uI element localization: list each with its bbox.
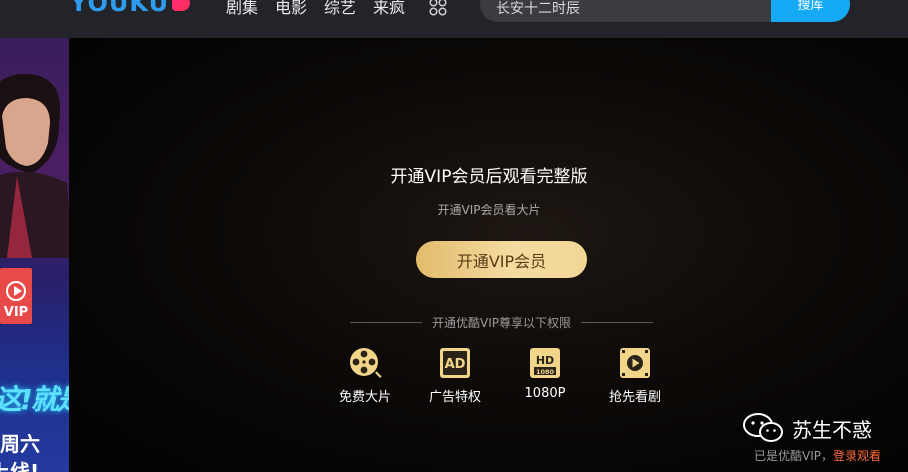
banner-title: 这!就是街舞 — [0, 383, 69, 416]
login-prompt: 已是优酷VIP，登录观看 — [754, 447, 881, 464]
svg-text:AD: AD — [445, 357, 466, 372]
nav-item-series[interactable]: 剧集 — [226, 0, 258, 18]
vip-badge: VIP — [0, 268, 32, 324]
privileges-label: 开通优酷VIP尊享以下权限 — [432, 315, 571, 330]
open-vip-button[interactable]: 开通VIP会员 — [416, 241, 587, 278]
play-film-icon — [620, 348, 650, 378]
youku-logo[interactable]: YOUKU — [70, 0, 191, 17]
search-button[interactable]: 搜库 — [771, 0, 850, 22]
hd-1080-icon: HD 1080 — [530, 348, 560, 378]
logo-text: YOUKU — [70, 0, 170, 17]
svg-text:1080: 1080 — [536, 368, 555, 376]
grid-circles-icon[interactable] — [429, 0, 447, 16]
vip-perks: 免费大片 AD 广告特权 HD 1080 1080P 抢先看剧 — [327, 346, 687, 406]
banner-online: 上线! — [0, 460, 40, 472]
privileges-divider: 开通优酷VIP尊享以下权限 — [350, 314, 653, 330]
login-prompt-text: 已是优酷VIP， — [754, 449, 833, 463]
top-navigation-bar: YOUKU 剧集 电影 综艺 来疯 搜库 — [0, 0, 908, 38]
banner-day: 周六 — [0, 432, 40, 456]
nav-item-movies[interactable]: 电影 — [275, 0, 307, 18]
login-watch-link[interactable]: 登录观看 — [833, 449, 881, 463]
perk-label: 广告特权 — [428, 390, 481, 405]
paywall-title: 开通VIP会员后观看完整版 — [390, 167, 588, 187]
perk-label: 1080P — [524, 386, 566, 401]
search-box — [480, 0, 772, 22]
perk-free-movies: 免费大片 — [330, 346, 400, 405]
perk-1080p: HD 1080 1080P — [510, 346, 580, 401]
vip-badge-text: VIP — [3, 305, 29, 320]
watermark-text: 苏生不惑 — [792, 417, 872, 442]
search-input[interactable] — [496, 0, 746, 16]
vip-paywall-overlay: 开通VIP会员后观看完整版 开通VIP会员看大片 开通VIP会员 开通优酷VIP… — [69, 38, 908, 472]
ad-free-icon: AD — [440, 348, 470, 378]
divider-line-left — [350, 321, 422, 323]
main-nav: 剧集 电影 综艺 来疯 — [226, 0, 405, 18]
promo-banner[interactable]: VIP 这!就是街舞 周六 上线! — [0, 38, 69, 472]
nav-item-laifeng[interactable]: 来疯 — [373, 0, 405, 18]
wechat-watermark: 苏生不惑 — [742, 413, 872, 443]
play-circle-icon — [6, 281, 26, 301]
banner-portrait-image — [0, 73, 69, 258]
perk-early-access: 抢先看剧 — [600, 346, 670, 405]
film-reel-icon — [350, 348, 382, 378]
perk-ad-free: AD 广告特权 — [420, 346, 490, 405]
svg-text:HD: HD — [536, 354, 554, 367]
perk-label: 免费大片 — [338, 390, 391, 405]
video-player[interactable]: 开通VIP会员后观看完整版 开通VIP会员看大片 开通VIP会员 开通优酷VIP… — [69, 38, 908, 472]
wechat-icon — [743, 413, 783, 442]
paywall-subtitle: 开通VIP会员看大片 — [437, 203, 541, 217]
divider-line-right — [581, 321, 653, 323]
nav-item-variety[interactable]: 综艺 — [324, 0, 356, 18]
perk-label: 抢先看剧 — [608, 390, 661, 405]
logo-play-mark-icon — [172, 0, 191, 11]
